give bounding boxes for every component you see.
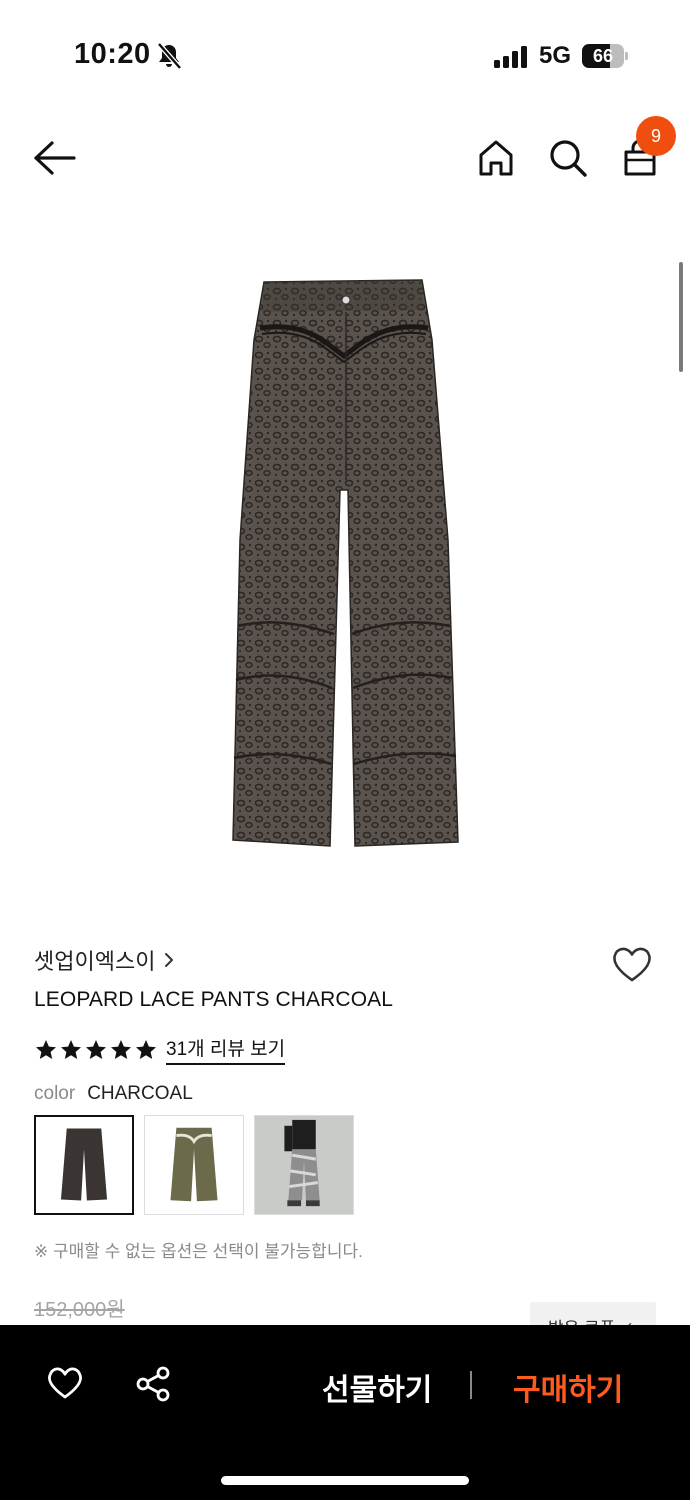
- heart-icon[interactable]: [610, 944, 654, 984]
- heart-icon[interactable]: [46, 1365, 84, 1401]
- home-indicator[interactable]: [221, 1476, 469, 1485]
- swatch-charcoal[interactable]: [34, 1115, 134, 1215]
- original-price: 152,000원: [34, 1299, 125, 1321]
- brand-link[interactable]: 셋업이엑스이: [34, 944, 175, 976]
- star-icon: [36, 1039, 56, 1059]
- share-icon[interactable]: [134, 1365, 172, 1403]
- option-notice: ※ 구매할 수 없는 옵션은 선택이 불가능합니다.: [34, 1242, 363, 1261]
- review-link[interactable]: 31개 리뷰 보기: [166, 1034, 286, 1065]
- divider: [470, 1371, 472, 1399]
- star-rating: [34, 1038, 158, 1062]
- battery-percent: 66: [592, 46, 614, 66]
- color-swatches: [34, 1115, 354, 1215]
- star-icon: [111, 1039, 131, 1059]
- battery-icon: 66: [582, 44, 628, 68]
- product-image[interactable]: [200, 270, 490, 860]
- cart-count-badge: 9: [636, 116, 676, 156]
- home-icon[interactable]: [474, 136, 518, 180]
- swatch-model-photo[interactable]: [254, 1115, 354, 1215]
- brand-name: 셋업이엑스이: [34, 949, 156, 974]
- status-bar: 10:20 5G 66: [0, 0, 690, 100]
- swatch-khaki[interactable]: [144, 1115, 244, 1215]
- rating-row: 31개 리뷰 보기: [34, 1034, 286, 1065]
- buy-button[interactable]: 구매하기: [513, 1365, 623, 1409]
- arrow-left-icon[interactable]: [30, 138, 78, 178]
- option-label: color: [34, 1083, 76, 1104]
- color-option: color CHARCOAL: [34, 1083, 193, 1105]
- star-icon: [86, 1039, 106, 1059]
- gift-button[interactable]: 선물하기: [322, 1365, 432, 1409]
- bell-slash-icon: [157, 42, 182, 70]
- chevron-right-icon: [165, 953, 174, 967]
- search-icon[interactable]: [546, 136, 590, 180]
- option-value: CHARCOAL: [87, 1083, 193, 1104]
- top-navigation: [0, 110, 690, 210]
- signal-icon: [494, 46, 527, 68]
- status-time: 10:20: [74, 38, 151, 70]
- star-icon: [61, 1039, 81, 1059]
- scrollbar[interactable]: [679, 262, 683, 372]
- bottom-action-bar: 선물하기 구매하기: [0, 1325, 690, 1500]
- star-icon: [136, 1039, 156, 1059]
- product-title: LEOPARD LACE PANTS CHARCOAL: [34, 988, 394, 1011]
- network-label: 5G: [539, 42, 572, 69]
